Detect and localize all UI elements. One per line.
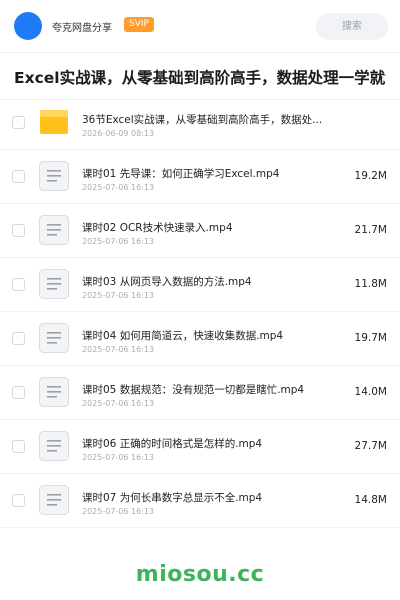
select-checkbox[interactable] [12,170,25,183]
folder-icon [38,106,70,138]
file-name[interactable]: 课时05 数据规范：没有规范一切都是瞎忙.mp4 [82,382,332,397]
select-checkbox[interactable] [12,494,25,507]
file-name[interactable]: 课时02 OCR技术快速录入.mp4 [82,220,332,235]
file-row[interactable]: 课时02 OCR技术快速录入.mp4 2025-07-06 16:13 21.7M [0,204,400,258]
file-size: 14.0M [354,386,387,398]
file-date: 2025-07-06 16:13 [82,399,155,408]
file-row[interactable]: 课时07 为何长串数字总显示不全.mp4 2025-07-06 16:13 14.8… [0,474,400,528]
file-icon [38,430,70,462]
file-icon [38,484,70,516]
file-icon [38,268,70,300]
owner-name[interactable]: 夸克网盘分享 [52,19,112,34]
file-row[interactable]: 36节Excel实战课，从零基础到高阶高手，数据处... 2026-06-09 0… [0,96,400,150]
file-date: 2025-07-06 16:13 [82,507,155,516]
file-icon [38,214,70,246]
file-row[interactable]: 课时03 从网页导入数据的方法.mp4 2025-07-06 16:13 11.8M [0,258,400,312]
file-date: 2025-07-06 16:13 [82,291,155,300]
site-watermark: miosou.cc [135,562,265,587]
file-name[interactable]: 课时04 如何用简道云，快速收集数据.mp4 [82,328,332,343]
file-size: 21.7M [354,224,387,236]
file-name[interactable]: 课时07 为何长串数字总显示不全.mp4 [82,490,332,505]
select-checkbox[interactable] [12,440,25,453]
share-title: Excel实战课，从零基础到高阶高手，数据处理一学就会 [14,69,386,87]
select-checkbox[interactable] [12,224,25,237]
share-header: 夸克网盘分享 SVIP 搜索 [0,0,400,52]
file-row[interactable]: 课时01 先导课：如何正确学习Excel.mp4 2025-07-06 16:13… [0,150,400,204]
file-icon [38,376,70,408]
owner-avatar[interactable] [14,12,42,40]
file-row[interactable]: 课时05 数据规范：没有规范一切都是瞎忙.mp4 2025-07-06 16:13… [0,366,400,420]
file-name[interactable]: 课时06 正确的时间格式是怎样的.mp4 [82,436,332,451]
file-date: 2025-07-06 16:13 [82,345,155,354]
file-date: 2025-07-06 16:13 [82,183,155,192]
select-checkbox[interactable] [12,116,25,129]
select-checkbox[interactable] [12,386,25,399]
select-checkbox[interactable] [12,278,25,291]
share-title-bar: Excel实战课，从零基础到高阶高手，数据处理一学就会 [0,52,400,100]
file-size: 11.8M [354,278,387,290]
file-size: 14.8M [354,494,387,506]
file-list: 36节Excel实战课，从零基础到高阶高手，数据处... 2026-06-09 0… [0,96,400,528]
svip-badge: SVIP [124,17,154,32]
file-icon [38,322,70,354]
file-size: 19.2M [354,170,387,182]
file-size: 19.7M [354,332,387,344]
select-checkbox[interactable] [12,332,25,345]
file-row[interactable]: 课时04 如何用简道云，快速收集数据.mp4 2025-07-06 16:13 19… [0,312,400,366]
file-name[interactable]: 36节Excel实战课，从零基础到高阶高手，数据处... [82,112,332,127]
file-date: 2025-07-06 16:13 [82,237,155,246]
file-size: 27.7M [354,440,387,452]
file-date: 2025-07-06 16:13 [82,453,155,462]
file-name[interactable]: 课时01 先导课：如何正确学习Excel.mp4 [82,166,332,181]
file-row[interactable]: 课时06 正确的时间格式是怎样的.mp4 2025-07-06 16:13 27.7… [0,420,400,474]
search-button[interactable]: 搜索 [316,13,388,40]
file-date: 2026-06-09 08:13 [82,129,155,138]
file-name[interactable]: 课时03 从网页导入数据的方法.mp4 [82,274,332,289]
file-icon [38,160,70,192]
